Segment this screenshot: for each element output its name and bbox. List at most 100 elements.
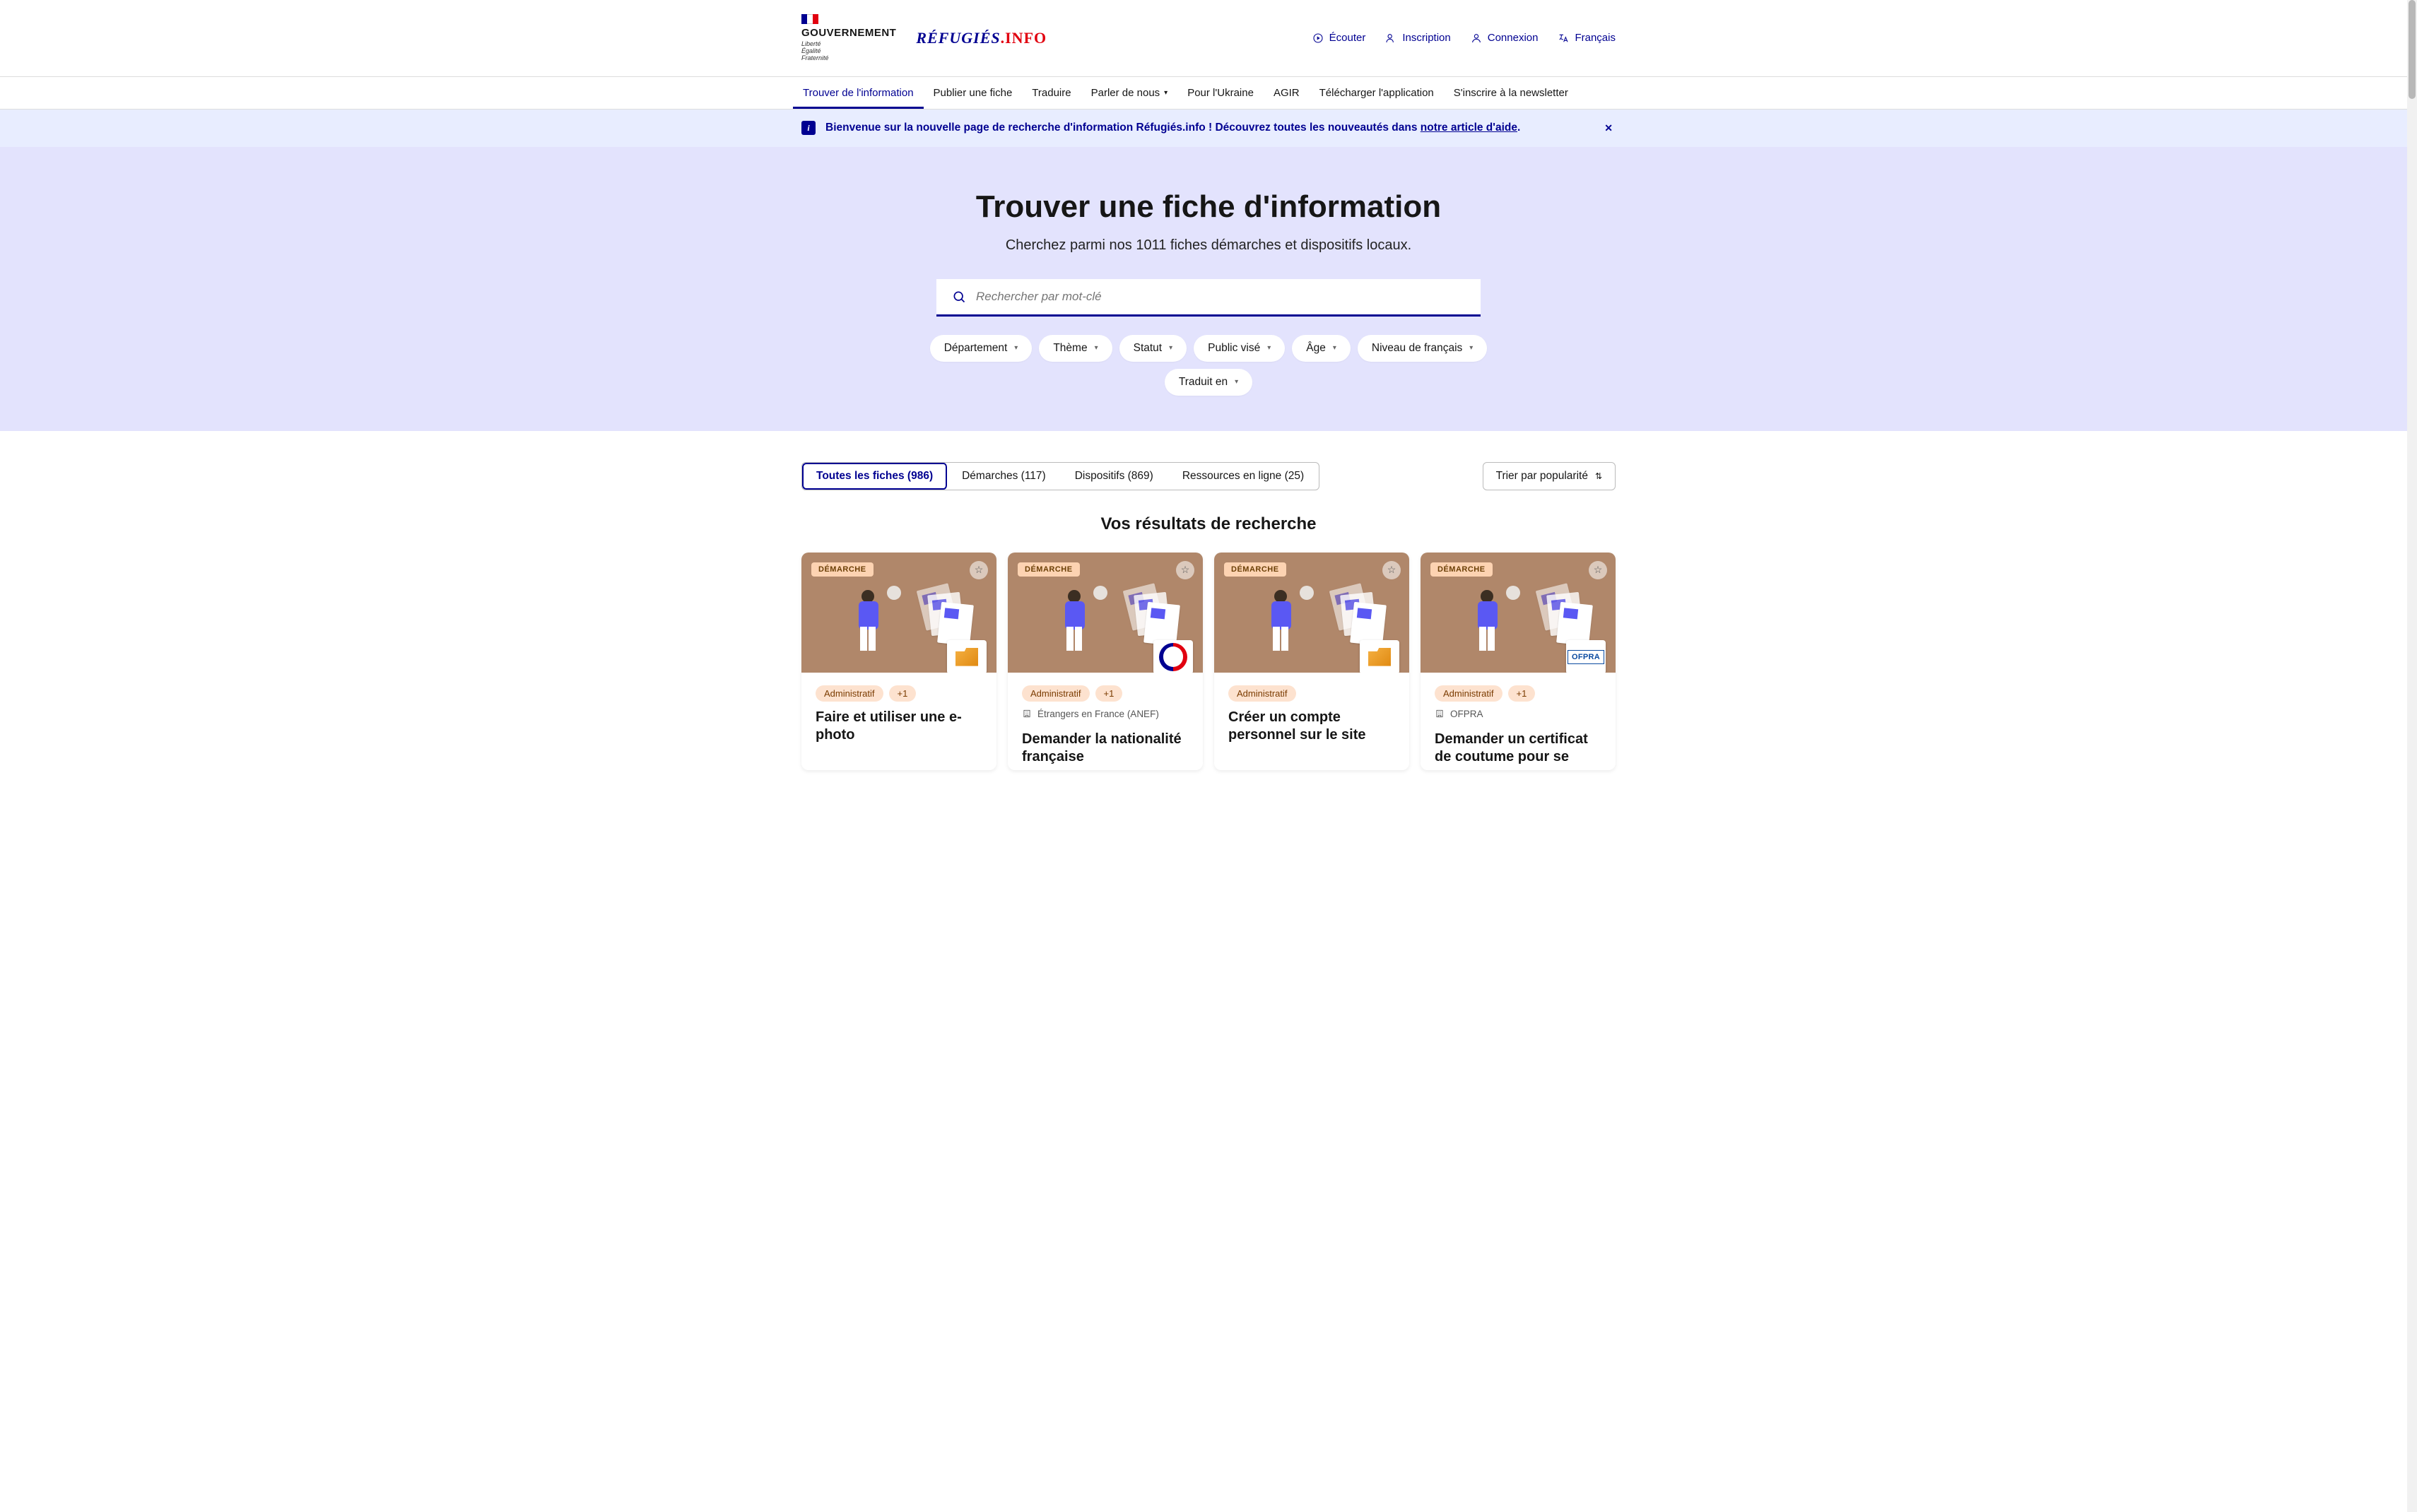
result-card[interactable]: DÉMARCHE ☆ Administratif Créer un compte… bbox=[1214, 553, 1409, 770]
tag-plus1[interactable]: +1 bbox=[1508, 685, 1536, 702]
star-icon: ☆ bbox=[1594, 564, 1603, 576]
listen-label: Écouter bbox=[1329, 32, 1366, 44]
banner-text-after: . bbox=[1517, 122, 1520, 134]
language-label: Français bbox=[1575, 32, 1616, 44]
nav-translate[interactable]: Traduire bbox=[1022, 77, 1081, 109]
filter-theme-label: Thème bbox=[1053, 342, 1087, 355]
tag-plus1[interactable]: +1 bbox=[889, 685, 917, 702]
scrollbar[interactable] bbox=[2407, 0, 2417, 1512]
main-nav: Trouver de l'information Publier une fic… bbox=[784, 77, 1633, 109]
card-tags: Administratif +1 bbox=[816, 685, 982, 702]
chevron-down-icon: ▾ bbox=[1164, 89, 1168, 97]
card-type-badge: DÉMARCHE bbox=[1430, 562, 1493, 577]
nav-talk-about-us[interactable]: Parler de nous ▾ bbox=[1081, 77, 1178, 109]
results-section: Toutes les fiches (986) Démarches (117) … bbox=[784, 431, 1633, 813]
filter-translated-in[interactable]: Traduit en▾ bbox=[1165, 369, 1252, 396]
card-body: Administratif+1 OFPRA Demander un certif… bbox=[1421, 673, 1616, 770]
star-icon: ☆ bbox=[1387, 564, 1396, 576]
card-title: Créer un compte personnel sur le site bbox=[1228, 709, 1395, 744]
results-controls: Toutes les fiches (986) Démarches (117) … bbox=[801, 462, 1616, 490]
card-org-logo: OFPRA bbox=[1566, 640, 1606, 673]
favorite-button[interactable]: ☆ bbox=[1176, 561, 1194, 579]
card-tags: Administratif +1 bbox=[1435, 685, 1601, 702]
nav-publish[interactable]: Publier une fiche bbox=[924, 77, 1023, 109]
filter-status-label: Statut bbox=[1134, 342, 1163, 355]
header-actions: Écouter Inscription Connexion Français bbox=[1312, 32, 1616, 44]
card-body: Administratif +1 Étrangers en France (ANE… bbox=[1008, 673, 1203, 770]
info-icon: i bbox=[801, 121, 816, 135]
language-button[interactable]: Français bbox=[1558, 32, 1616, 44]
user-add-icon bbox=[1385, 33, 1396, 44]
user-icon bbox=[1471, 33, 1482, 44]
card-org-logo bbox=[1153, 640, 1193, 673]
filter-french-level[interactable]: Niveau de français▾ bbox=[1358, 335, 1487, 362]
site-logo[interactable]: RÉFUGIÉS.INFO bbox=[916, 29, 1047, 47]
filter-theme[interactable]: Thème ▾ bbox=[1039, 335, 1112, 362]
banner-close-button[interactable]: ✕ bbox=[1601, 119, 1616, 137]
tab-demarches[interactable]: Démarches (117) bbox=[948, 463, 1061, 490]
login-label: Connexion bbox=[1488, 32, 1539, 44]
register-label: Inscription bbox=[1402, 32, 1450, 44]
info-banner: i Bienvenue sur la nouvelle page de rech… bbox=[0, 110, 2417, 147]
chevron-down-icon: ▾ bbox=[1169, 344, 1172, 352]
favorite-button[interactable]: ☆ bbox=[1382, 561, 1401, 579]
page-title: Trouver une fiche d'information bbox=[907, 189, 1510, 225]
card-image: DÉMARCHE ☆ bbox=[801, 553, 996, 673]
search-box[interactable] bbox=[936, 279, 1481, 317]
tag-plus1[interactable]: +1 bbox=[1095, 685, 1123, 702]
nav-find-info[interactable]: Trouver de l'information bbox=[793, 77, 924, 109]
play-circle-icon bbox=[1312, 33, 1324, 44]
star-icon: ☆ bbox=[975, 564, 984, 576]
card-image: DÉMARCHE ☆ bbox=[1214, 553, 1409, 673]
favorite-button[interactable]: ☆ bbox=[970, 561, 988, 579]
filter-audience[interactable]: Public visé▾ bbox=[1194, 335, 1285, 362]
tag-admin[interactable]: Administratif bbox=[816, 685, 883, 702]
building-icon bbox=[1435, 709, 1445, 719]
french-flag-icon bbox=[801, 14, 818, 24]
result-card[interactable]: DÉMARCHE ☆ OFPRA Administratif+1 OFPRA D… bbox=[1421, 553, 1616, 770]
translate-icon bbox=[1558, 33, 1569, 44]
filter-age-label: Âge bbox=[1306, 342, 1326, 355]
card-org-logo bbox=[1360, 640, 1399, 673]
register-button[interactable]: Inscription bbox=[1385, 32, 1450, 44]
nav-ukraine[interactable]: Pour l'Ukraine bbox=[1177, 77, 1264, 109]
filter-age[interactable]: Âge▾ bbox=[1292, 335, 1351, 362]
search-input[interactable] bbox=[975, 289, 1465, 305]
chevron-down-icon: ▾ bbox=[1095, 344, 1098, 352]
card-body: Administratif+1 Faire et utiliser une e-… bbox=[801, 673, 996, 748]
card-body: Administratif Créer un compte personnel … bbox=[1214, 673, 1409, 748]
nav-download-app[interactable]: Télécharger l'application bbox=[1310, 77, 1444, 109]
filter-status[interactable]: Statut ▾ bbox=[1119, 335, 1187, 362]
banner-help-link[interactable]: notre article d'aide bbox=[1421, 122, 1517, 134]
filter-department[interactable]: Département▾ bbox=[930, 335, 1033, 362]
logo-part-a: RÉFUGIÉS bbox=[916, 29, 1000, 47]
tag-admin[interactable]: Administratif bbox=[1228, 685, 1296, 702]
tag-admin[interactable]: Administratif bbox=[1435, 685, 1502, 702]
result-card[interactable]: DÉMARCHE ☆ Administratif+1 Étrangers en … bbox=[1008, 553, 1203, 770]
card-type-badge: DÉMARCHE bbox=[811, 562, 874, 577]
favorite-button[interactable]: ☆ bbox=[1589, 561, 1607, 579]
tab-all-fiches[interactable]: Toutes les fiches (986) bbox=[802, 463, 948, 490]
result-card[interactable]: DÉMARCHE ☆ Administratif+1 Faire et util… bbox=[801, 553, 996, 770]
card-org-name: Étrangers en France (ANEF) bbox=[1037, 709, 1159, 719]
filter-french-level-label: Niveau de français bbox=[1372, 342, 1462, 355]
main-nav-container: Trouver de l'information Publier une fic… bbox=[0, 76, 2417, 110]
nav-agir[interactable]: AGIR bbox=[1264, 77, 1310, 109]
login-button[interactable]: Connexion bbox=[1471, 32, 1539, 44]
search-icon bbox=[952, 290, 966, 304]
scrollbar-thumb[interactable] bbox=[2409, 0, 2416, 99]
filter-translated-label: Traduit en bbox=[1179, 376, 1228, 389]
chevron-down-icon: ▾ bbox=[1267, 344, 1271, 352]
listen-button[interactable]: Écouter bbox=[1312, 32, 1366, 44]
building-icon bbox=[1022, 709, 1032, 719]
banner-text-before: Bienvenue sur la nouvelle page de recher… bbox=[825, 122, 1421, 134]
sort-dropdown[interactable]: Trier par popularité ⇅ bbox=[1483, 462, 1616, 490]
results-heading: Vos résultats de recherche bbox=[801, 514, 1616, 534]
tab-ressources-en-ligne[interactable]: Ressources en ligne (25) bbox=[1168, 463, 1319, 490]
tag-admin[interactable]: Administratif bbox=[1022, 685, 1090, 702]
card-org-line: Étrangers en France (ANEF) bbox=[1022, 709, 1189, 719]
tab-dispositifs[interactable]: Dispositifs (869) bbox=[1061, 463, 1168, 490]
gov-motto: Liberté Égalité Fraternité bbox=[801, 41, 896, 62]
card-tags: Administratif +1 bbox=[1022, 685, 1189, 702]
nav-newsletter[interactable]: S'inscrire à la newsletter bbox=[1444, 77, 1578, 109]
